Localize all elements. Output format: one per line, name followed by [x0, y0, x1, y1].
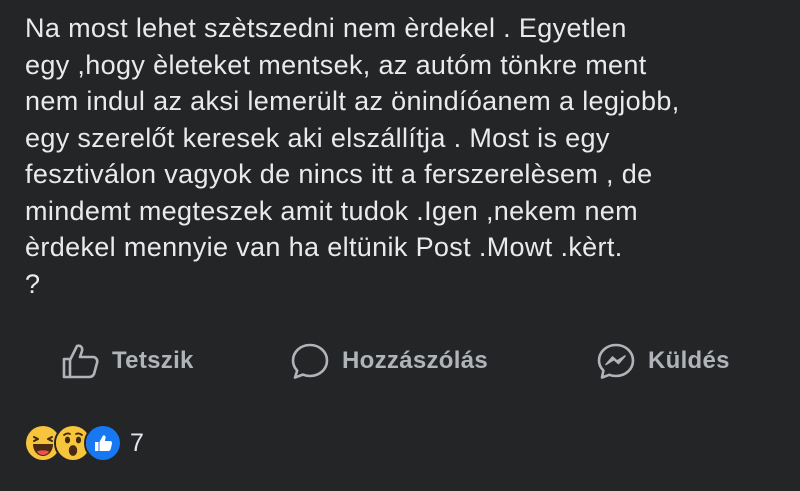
- send-button[interactable]: Küldés: [596, 338, 730, 384]
- reactions-summary[interactable]: 7: [24, 424, 144, 462]
- reaction-count: 7: [130, 428, 145, 457]
- post-text: Na most lehet szètszedni nem èrdekel . E…: [25, 13, 680, 299]
- action-bar: Tetszik Hozzászólás Küldés: [0, 338, 800, 384]
- send-label: Küldés: [648, 347, 730, 374]
- thumbs-up-icon: [60, 341, 100, 381]
- messenger-icon: [596, 341, 636, 381]
- like-label: Tetszik: [112, 347, 194, 374]
- like-button[interactable]: Tetszik: [60, 338, 194, 384]
- like-reaction-icon: [84, 424, 122, 462]
- comment-label: Hozzászólás: [342, 347, 489, 374]
- comment-button[interactable]: Hozzászólás: [290, 338, 488, 384]
- comment-bubble-icon: [290, 341, 330, 381]
